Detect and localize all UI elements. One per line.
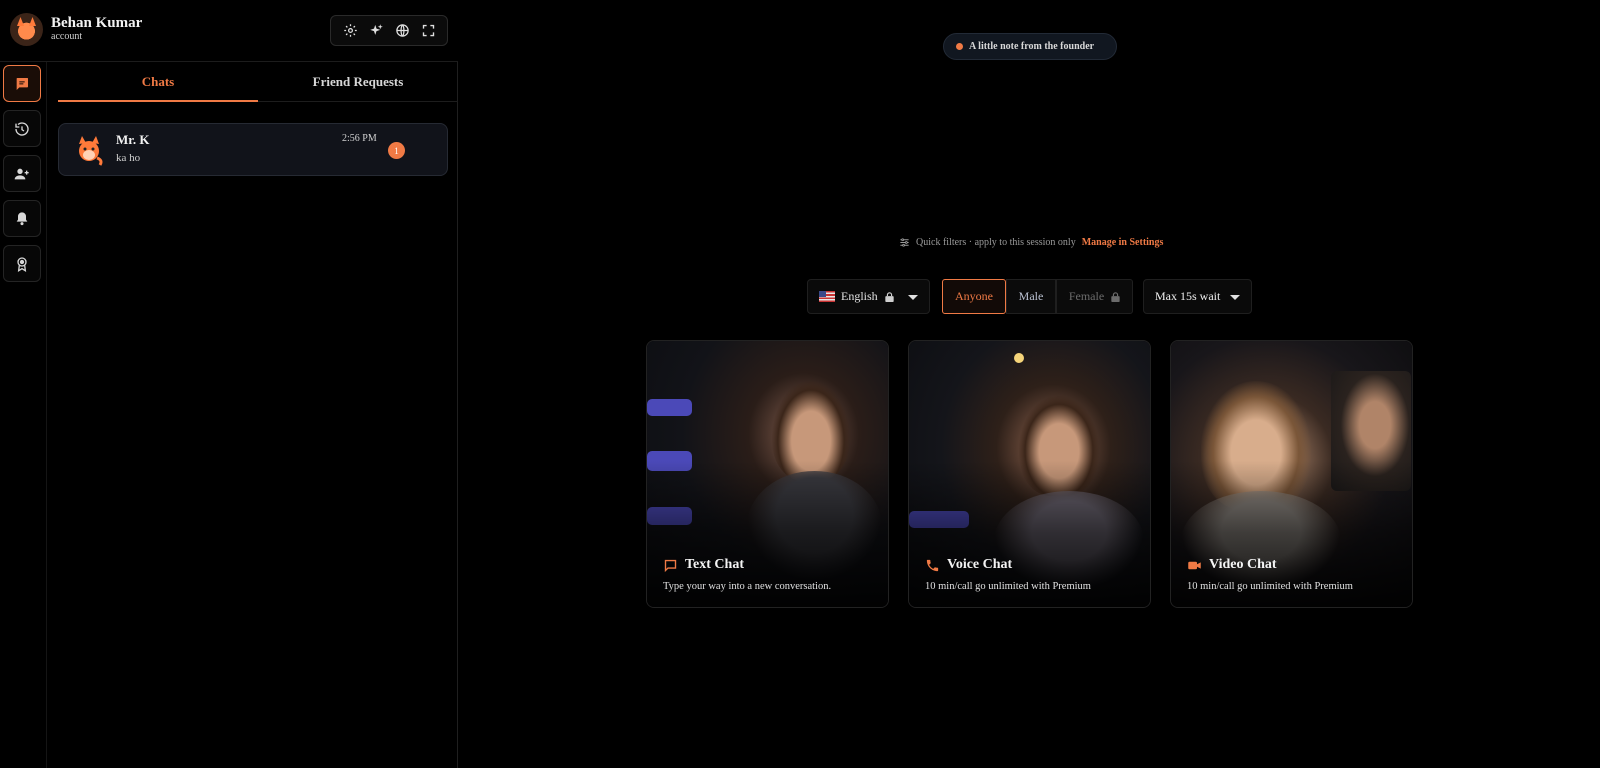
rail-add-friend-button[interactable] xyxy=(3,155,41,192)
tab-friend-requests[interactable]: Friend Requests xyxy=(258,62,458,101)
profile-header[interactable]: Behan Kumar account xyxy=(10,13,142,46)
top-toolbar xyxy=(330,15,448,46)
text-chat-card[interactable]: Text Chat Type your way into a new conve… xyxy=(646,340,889,608)
chat-timestamp: 2:56 PM xyxy=(342,133,377,144)
bell-icon xyxy=(16,211,28,225)
video-chat-card[interactable]: Video Chat 10 min/call go unlimited with… xyxy=(1170,340,1413,608)
chevron-down-icon xyxy=(908,295,918,300)
video-chat-title-label: Video Chat xyxy=(1209,557,1277,572)
tab-chats[interactable]: Chats xyxy=(58,62,258,102)
rail-divider xyxy=(46,62,47,768)
badge-icon xyxy=(17,256,27,272)
chat-contact-name: Mr. K xyxy=(116,132,150,147)
founder-note-label: A little note from the founder xyxy=(969,41,1095,52)
panel-divider xyxy=(457,62,458,768)
add-user-icon xyxy=(14,168,29,179)
video-chat-description: 10 min/call go unlimited with Premium xyxy=(1187,581,1353,592)
profile-name: Behan Kumar xyxy=(51,15,143,32)
profile-subtitle: account xyxy=(51,31,83,43)
gender-female-label: Female xyxy=(1068,289,1105,303)
lock-icon xyxy=(885,291,894,302)
rail-achievements-button[interactable] xyxy=(3,245,41,282)
fullscreen-button[interactable] xyxy=(417,20,439,42)
chat-bubble-icon xyxy=(664,559,677,572)
language-button[interactable] xyxy=(391,20,413,42)
sliders-icon xyxy=(900,238,909,247)
chat-tabs: Chats Friend Requests xyxy=(58,62,458,102)
fullscreen-icon xyxy=(422,24,434,37)
rail-history-button[interactable] xyxy=(3,110,41,147)
text-chat-title-label: Text Chat xyxy=(685,557,744,572)
globe-icon xyxy=(395,24,409,37)
voice-chat-title-label: Voice Chat xyxy=(947,557,1013,572)
wait-time-value: Max 15s wait xyxy=(1155,289,1221,303)
chat-list-item[interactable]: Mr. K ka ho 2:56 PM 1 xyxy=(58,123,448,176)
chevron-down-icon xyxy=(1230,295,1240,300)
fox-avatar-icon xyxy=(79,136,103,166)
gear-icon xyxy=(343,24,357,37)
ai-button[interactable] xyxy=(365,20,387,42)
sparkle-icon xyxy=(369,24,383,35)
unread-badge: 1 xyxy=(388,142,405,159)
video-chat-title: Video Chat xyxy=(1187,557,1277,573)
profile-text: Behan Kumar account xyxy=(51,16,142,42)
text-chat-title: Text Chat xyxy=(663,557,744,573)
quick-filters-hint: Quick filters · apply to this session on… xyxy=(899,237,1163,248)
video-camera-icon xyxy=(1188,561,1201,569)
language-select[interactable]: English xyxy=(807,279,930,314)
gender-male-button[interactable]: Male xyxy=(1006,279,1056,314)
lock-icon xyxy=(1111,291,1120,302)
voice-chat-card[interactable]: Voice Chat 10 min/call go unlimited with… xyxy=(908,340,1151,608)
quick-filters-text: Quick filters · apply to this session on… xyxy=(916,237,1076,248)
history-icon xyxy=(15,121,29,136)
phone-icon xyxy=(926,559,939,571)
status-dot-icon xyxy=(956,43,963,50)
manage-settings-link[interactable]: Manage in Settings xyxy=(1082,237,1164,248)
wait-time-select[interactable]: Max 15s wait xyxy=(1143,279,1252,314)
chat-last-message: ka ho xyxy=(116,152,141,164)
gender-female-button[interactable]: Female xyxy=(1056,279,1133,314)
settings-button[interactable] xyxy=(339,20,361,42)
voice-chat-title: Voice Chat xyxy=(925,557,1012,573)
fox-avatar-icon xyxy=(10,13,43,46)
voice-chat-description: 10 min/call go unlimited with Premium xyxy=(925,581,1091,592)
language-value: English xyxy=(841,289,878,303)
rail-chats-button[interactable] xyxy=(3,65,41,102)
chat-icon xyxy=(16,77,28,90)
us-flag-icon xyxy=(819,291,835,302)
text-chat-description: Type your way into a new conversation. xyxy=(663,581,832,592)
founder-note-button[interactable]: A little note from the founder xyxy=(943,33,1117,60)
rail-notifications-button[interactable] xyxy=(3,200,41,237)
side-rail xyxy=(3,65,41,282)
gender-anyone-button[interactable]: Anyone xyxy=(942,279,1006,314)
